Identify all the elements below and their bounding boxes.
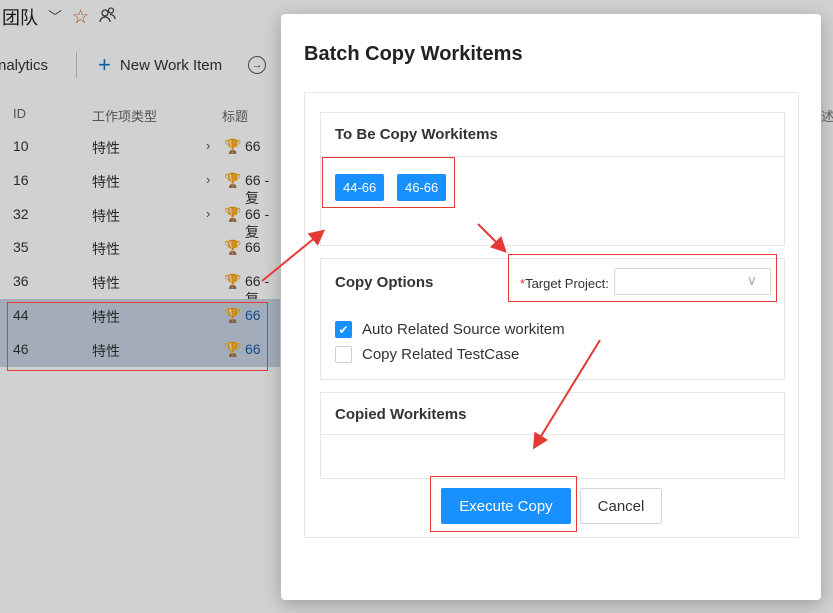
- annotation-arrows: [261, 223, 601, 450]
- arrow-to-workitems: [261, 229, 326, 282]
- arrow-to-execute: [532, 339, 601, 450]
- arrow-to-target-project: [477, 223, 507, 253]
